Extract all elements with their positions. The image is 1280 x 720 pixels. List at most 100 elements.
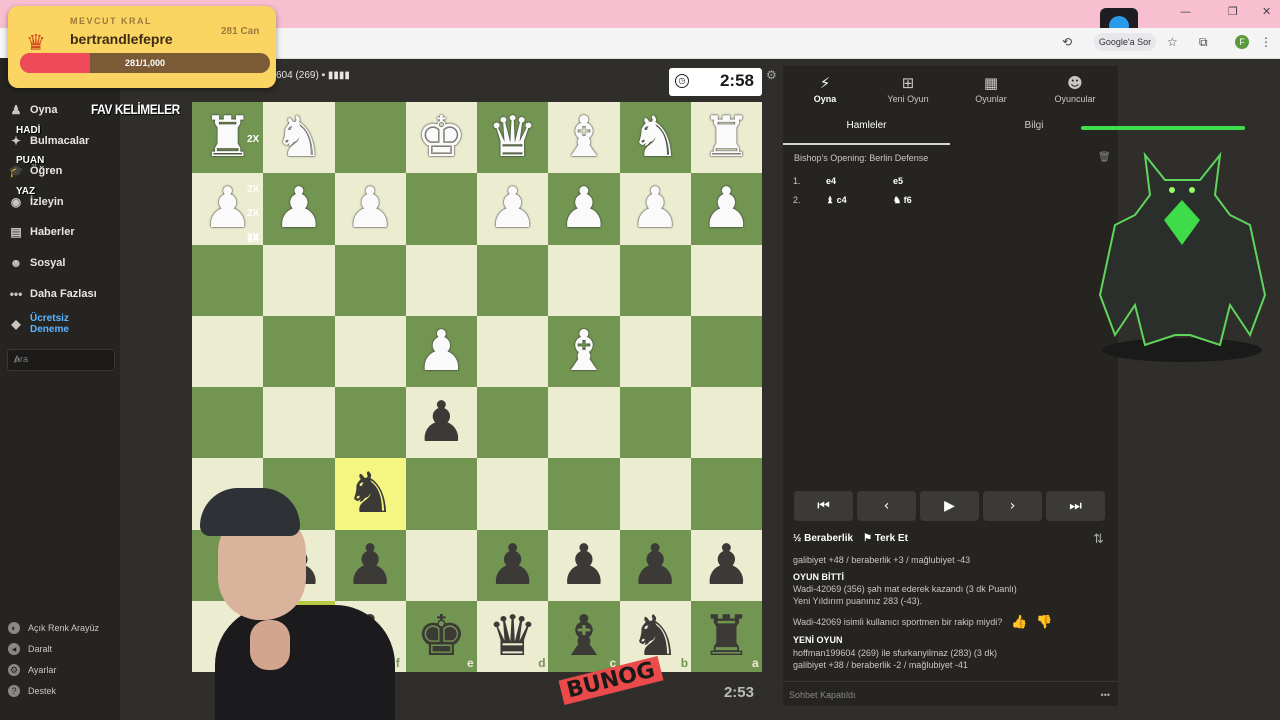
thumbs-up-icon[interactable]: 👍 — [1011, 615, 1027, 630]
board-square[interactable] — [619, 244, 691, 316]
chess-piece[interactable]: ♚ — [406, 102, 477, 173]
board-square[interactable] — [548, 458, 620, 530]
google-ask-button[interactable]: Google'a Sor — [1094, 33, 1156, 51]
board-square[interactable] — [690, 244, 762, 316]
sidebar-item-2[interactable]: 🎓 Öğren PUAN — [8, 155, 63, 181]
maximize-icon[interactable]: ❐ — [1228, 5, 1238, 18]
tab-0[interactable]: ⚡ Oyna — [785, 74, 865, 104]
chess-piece[interactable]: ♚ — [406, 601, 477, 672]
board-square[interactable] — [263, 315, 335, 387]
bookmark-star-icon[interactable]: ☆ — [1167, 35, 1178, 49]
tab-2[interactable]: ▦ Oyunlar — [951, 74, 1031, 104]
sidebar-search[interactable]: Ara ⌕ — [7, 349, 115, 371]
current-king-overlay: ♛ MEVCUT KRAL bertrandlefepre 281 Can 28… — [8, 6, 276, 88]
board-square[interactable] — [548, 387, 620, 459]
board-square[interactable] — [477, 458, 549, 530]
sidebar-item-7[interactable]: ◆ Ücretsiz Deneme — [8, 313, 100, 335]
draw-button[interactable]: ½ Beraberlik — [793, 533, 853, 544]
sidebar-bottom-item-0[interactable]: ◐ Açık Renk Arayüz — [8, 622, 99, 634]
board-square[interactable] — [690, 315, 762, 387]
chess-piece[interactable]: ♟ — [548, 530, 619, 601]
first-move-button[interactable]: ⏮ — [794, 491, 853, 521]
board-settings-icon[interactable]: ⚙ — [766, 68, 777, 82]
board-square[interactable] — [690, 458, 762, 530]
board-square[interactable] — [405, 458, 477, 530]
sidebar-item-4[interactable]: ▤ Haberler — [8, 222, 75, 242]
sidebar-item-1[interactable]: ✦ Bulmacalar HADİ — [8, 125, 89, 151]
chess-piece[interactable]: ♟ — [691, 530, 762, 601]
sidebar-item-0[interactable]: ♟ Oyna — [8, 100, 58, 120]
chess-piece[interactable]: ♞ — [620, 102, 691, 173]
sidebar-item-3[interactable]: ◉ İzleyin YAZ — [8, 186, 64, 212]
board-square[interactable] — [405, 529, 477, 601]
sidebar-bottom-item-3[interactable]: ? Destek — [8, 685, 56, 697]
play-button[interactable]: ▶ — [920, 491, 979, 521]
board-square[interactable] — [334, 102, 406, 174]
sidebar-item-5[interactable]: ☻ Sosyal — [8, 253, 66, 273]
sidebar-bottom-icon: ? — [8, 685, 20, 697]
board-square[interactable] — [548, 244, 620, 316]
tab-1[interactable]: ⊞ Yeni Oyun — [868, 74, 948, 104]
chess-piece[interactable]: ♟ — [335, 173, 406, 244]
prev-move-button[interactable]: ‹ — [857, 491, 916, 521]
chat-line: Wadi-42069 isimli kullanıcı sportmen bir… — [793, 617, 1003, 627]
move-white[interactable]: e4 — [826, 176, 836, 186]
sidebar-bottom-icon: ⚙ — [8, 664, 20, 676]
chess-piece[interactable]: ♟ — [620, 173, 691, 244]
chess-piece[interactable]: ♟ — [263, 173, 334, 244]
board-square[interactable] — [619, 315, 691, 387]
move-white[interactable]: ♝ c4 — [826, 195, 847, 206]
chat-options-icon[interactable]: ••• — [1101, 690, 1110, 700]
board-square[interactable] — [263, 244, 335, 316]
top-clock-time: 2:58 — [719, 71, 754, 90]
menu-icon[interactable]: ⋮ — [1260, 35, 1272, 49]
sidebar-item-6[interactable]: ••• Daha Fazlası — [8, 284, 97, 304]
tab-3[interactable]: ☻ Oyuncular — [1035, 74, 1115, 104]
board-square[interactable] — [690, 387, 762, 459]
sidebar-bottom-item-1[interactable]: ◂ Daralt — [8, 643, 52, 655]
chess-piece[interactable]: ♟ — [406, 387, 477, 458]
profile-avatar[interactable]: F — [1235, 35, 1249, 49]
chess-piece[interactable]: ♟ — [477, 173, 548, 244]
move-black[interactable]: e5 — [893, 176, 903, 186]
minimize-icon[interactable]: — — [1180, 5, 1191, 18]
next-move-button[interactable]: › — [983, 491, 1042, 521]
board-square[interactable] — [263, 387, 335, 459]
chess-piece[interactable]: ♛ — [477, 102, 548, 173]
chess-piece[interactable]: ♝ — [548, 102, 619, 173]
refresh-icon[interactable]: ⟲ — [1062, 35, 1072, 49]
chess-piece[interactable]: ♟ — [691, 173, 762, 244]
board-square[interactable] — [334, 387, 406, 459]
board-square[interactable] — [477, 315, 549, 387]
board-square[interactable] — [477, 244, 549, 316]
close-icon[interactable]: ✕ — [1262, 5, 1271, 18]
board-square[interactable] — [619, 458, 691, 530]
board-square[interactable] — [477, 387, 549, 459]
chess-piece[interactable]: ♟ — [620, 530, 691, 601]
extensions-icon[interactable]: ⧉ — [1199, 35, 1208, 50]
last-move-button[interactable]: ⏭ — [1046, 491, 1105, 521]
board-square[interactable] — [405, 244, 477, 316]
chess-piece[interactable]: ♝ — [548, 316, 619, 387]
search-icon[interactable]: ⌕ — [14, 352, 110, 367]
chess-piece[interactable]: ♟ — [477, 530, 548, 601]
board-square[interactable] — [405, 173, 477, 245]
board-square[interactable] — [334, 315, 406, 387]
sidebar-item-label: Haberler — [30, 226, 75, 238]
chat-input[interactable]: Sohbet Kapatıldı ••• — [783, 681, 1118, 708]
chess-piece[interactable]: ♟ — [548, 173, 619, 244]
chess-piece[interactable]: ♝ — [548, 601, 619, 672]
chess-piece[interactable]: ♜ — [691, 601, 762, 672]
chess-piece[interactable]: ♞ — [263, 102, 334, 173]
board-square[interactable] — [334, 244, 406, 316]
sidebar-bottom-item-2[interactable]: ⚙ Ayarlar — [8, 664, 56, 676]
move-black[interactable]: ♞ f6 — [893, 195, 912, 206]
board-square[interactable] — [619, 387, 691, 459]
chess-piece[interactable]: ♛ — [477, 601, 548, 672]
tab-moves[interactable]: Hamleler — [783, 115, 950, 145]
chess-piece[interactable]: ♜ — [691, 102, 762, 173]
thumbs-down-icon[interactable]: 👎 — [1036, 615, 1052, 630]
resign-button[interactable]: ⚑ Terk Et — [863, 533, 908, 544]
flip-board-icon[interactable]: ⇅ — [1093, 531, 1104, 547]
chess-piece[interactable]: ♟ — [406, 316, 477, 387]
